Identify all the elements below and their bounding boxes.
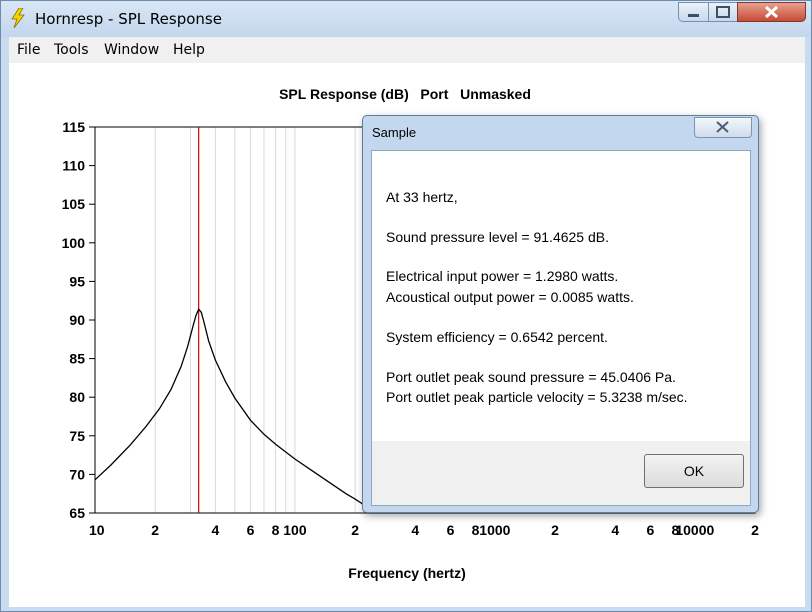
close-button[interactable]: [737, 2, 806, 22]
window-title: Hornresp - SPL Response: [35, 10, 222, 28]
message-line-port-velocity: Port outlet peak particle velocity = 5.3…: [386, 389, 688, 405]
minimize-icon: [688, 14, 699, 17]
sample-dialog: Sample At 33 hertz, Sound pressure level…: [362, 115, 759, 513]
message-line-frequency: At 33 hertz,: [386, 189, 458, 205]
window-controls: [678, 2, 807, 25]
y-tick-label: 65: [69, 505, 85, 521]
spl-series-line: [94, 307, 364, 506]
y-tick-label: 70: [69, 466, 85, 482]
x-tick-label: 4: [211, 522, 219, 538]
menu-file[interactable]: File: [17, 42, 40, 58]
x-tick-label: 4: [411, 522, 419, 538]
chart-title: SPL Response (dB) Port Unmasked: [279, 86, 531, 102]
lightning-bolt-icon: [11, 8, 25, 28]
x-tick-label: 6: [447, 522, 455, 538]
y-tick-label: 100: [62, 235, 86, 251]
dialog-message: At 33 hertz, Sound pressure level = 91.4…: [372, 151, 750, 441]
menu-help[interactable]: Help: [173, 42, 205, 58]
x-tick-label: 8: [272, 522, 280, 538]
message-line-port-pressure: Port outlet peak sound pressure = 45.040…: [386, 369, 676, 385]
message-line-acoustical-power: Acoustical output power = 0.0085 watts.: [386, 289, 634, 305]
dialog-body: At 33 hertz, Sound pressure level = 91.4…: [371, 150, 751, 506]
x-tick-label: 6: [247, 522, 255, 538]
title-bar[interactable]: Hornresp - SPL Response: [1, 1, 811, 37]
minimize-button[interactable]: [678, 2, 709, 22]
x-tick-label: 2: [751, 522, 759, 538]
message-line-efficiency: System efficiency = 0.6542 percent.: [386, 329, 608, 345]
y-tick-label: 90: [69, 312, 85, 328]
y-tick-label: 75: [69, 428, 85, 444]
menu-tools[interactable]: Tools: [54, 42, 89, 58]
maximize-icon: [716, 6, 730, 18]
y-tick-label: 115: [62, 119, 85, 135]
x-axis-label: Frequency (hertz): [348, 565, 465, 581]
ok-button[interactable]: OK: [644, 454, 744, 488]
x-tick-label: 1000: [479, 522, 510, 538]
app-window: Hornresp - SPL Response File Tools Windo…: [0, 0, 812, 612]
close-icon: [764, 5, 779, 19]
dialog-title: Sample: [372, 125, 417, 140]
x-tick-label: 2: [351, 522, 359, 538]
menu-bar: File Tools Window Help: [9, 37, 805, 64]
dialog-close-button[interactable]: [694, 117, 752, 138]
y-tick-label: 110: [62, 158, 85, 174]
x-tick-label: 2: [551, 522, 559, 538]
y-tick-label: 80: [69, 389, 85, 405]
x-tick-label: 10000: [675, 522, 714, 538]
y-tick-label: 85: [69, 351, 85, 367]
close-icon: [716, 121, 729, 133]
x-tick-label: 100: [283, 522, 307, 538]
x-tick-label: 2: [151, 522, 159, 538]
maximize-button[interactable]: [708, 2, 738, 22]
menu-window[interactable]: Window: [104, 42, 159, 58]
y-tick-label: 105: [62, 196, 86, 212]
x-tick-label: 6: [647, 522, 655, 538]
x-tick-label: 10: [89, 522, 105, 538]
y-tick-label: 95: [69, 273, 85, 289]
message-line-spl: Sound pressure level = 91.4625 dB.: [386, 229, 609, 245]
x-tick-label: 4: [611, 522, 619, 538]
message-line-electrical-power: Electrical input power = 1.2980 watts.: [386, 268, 619, 284]
